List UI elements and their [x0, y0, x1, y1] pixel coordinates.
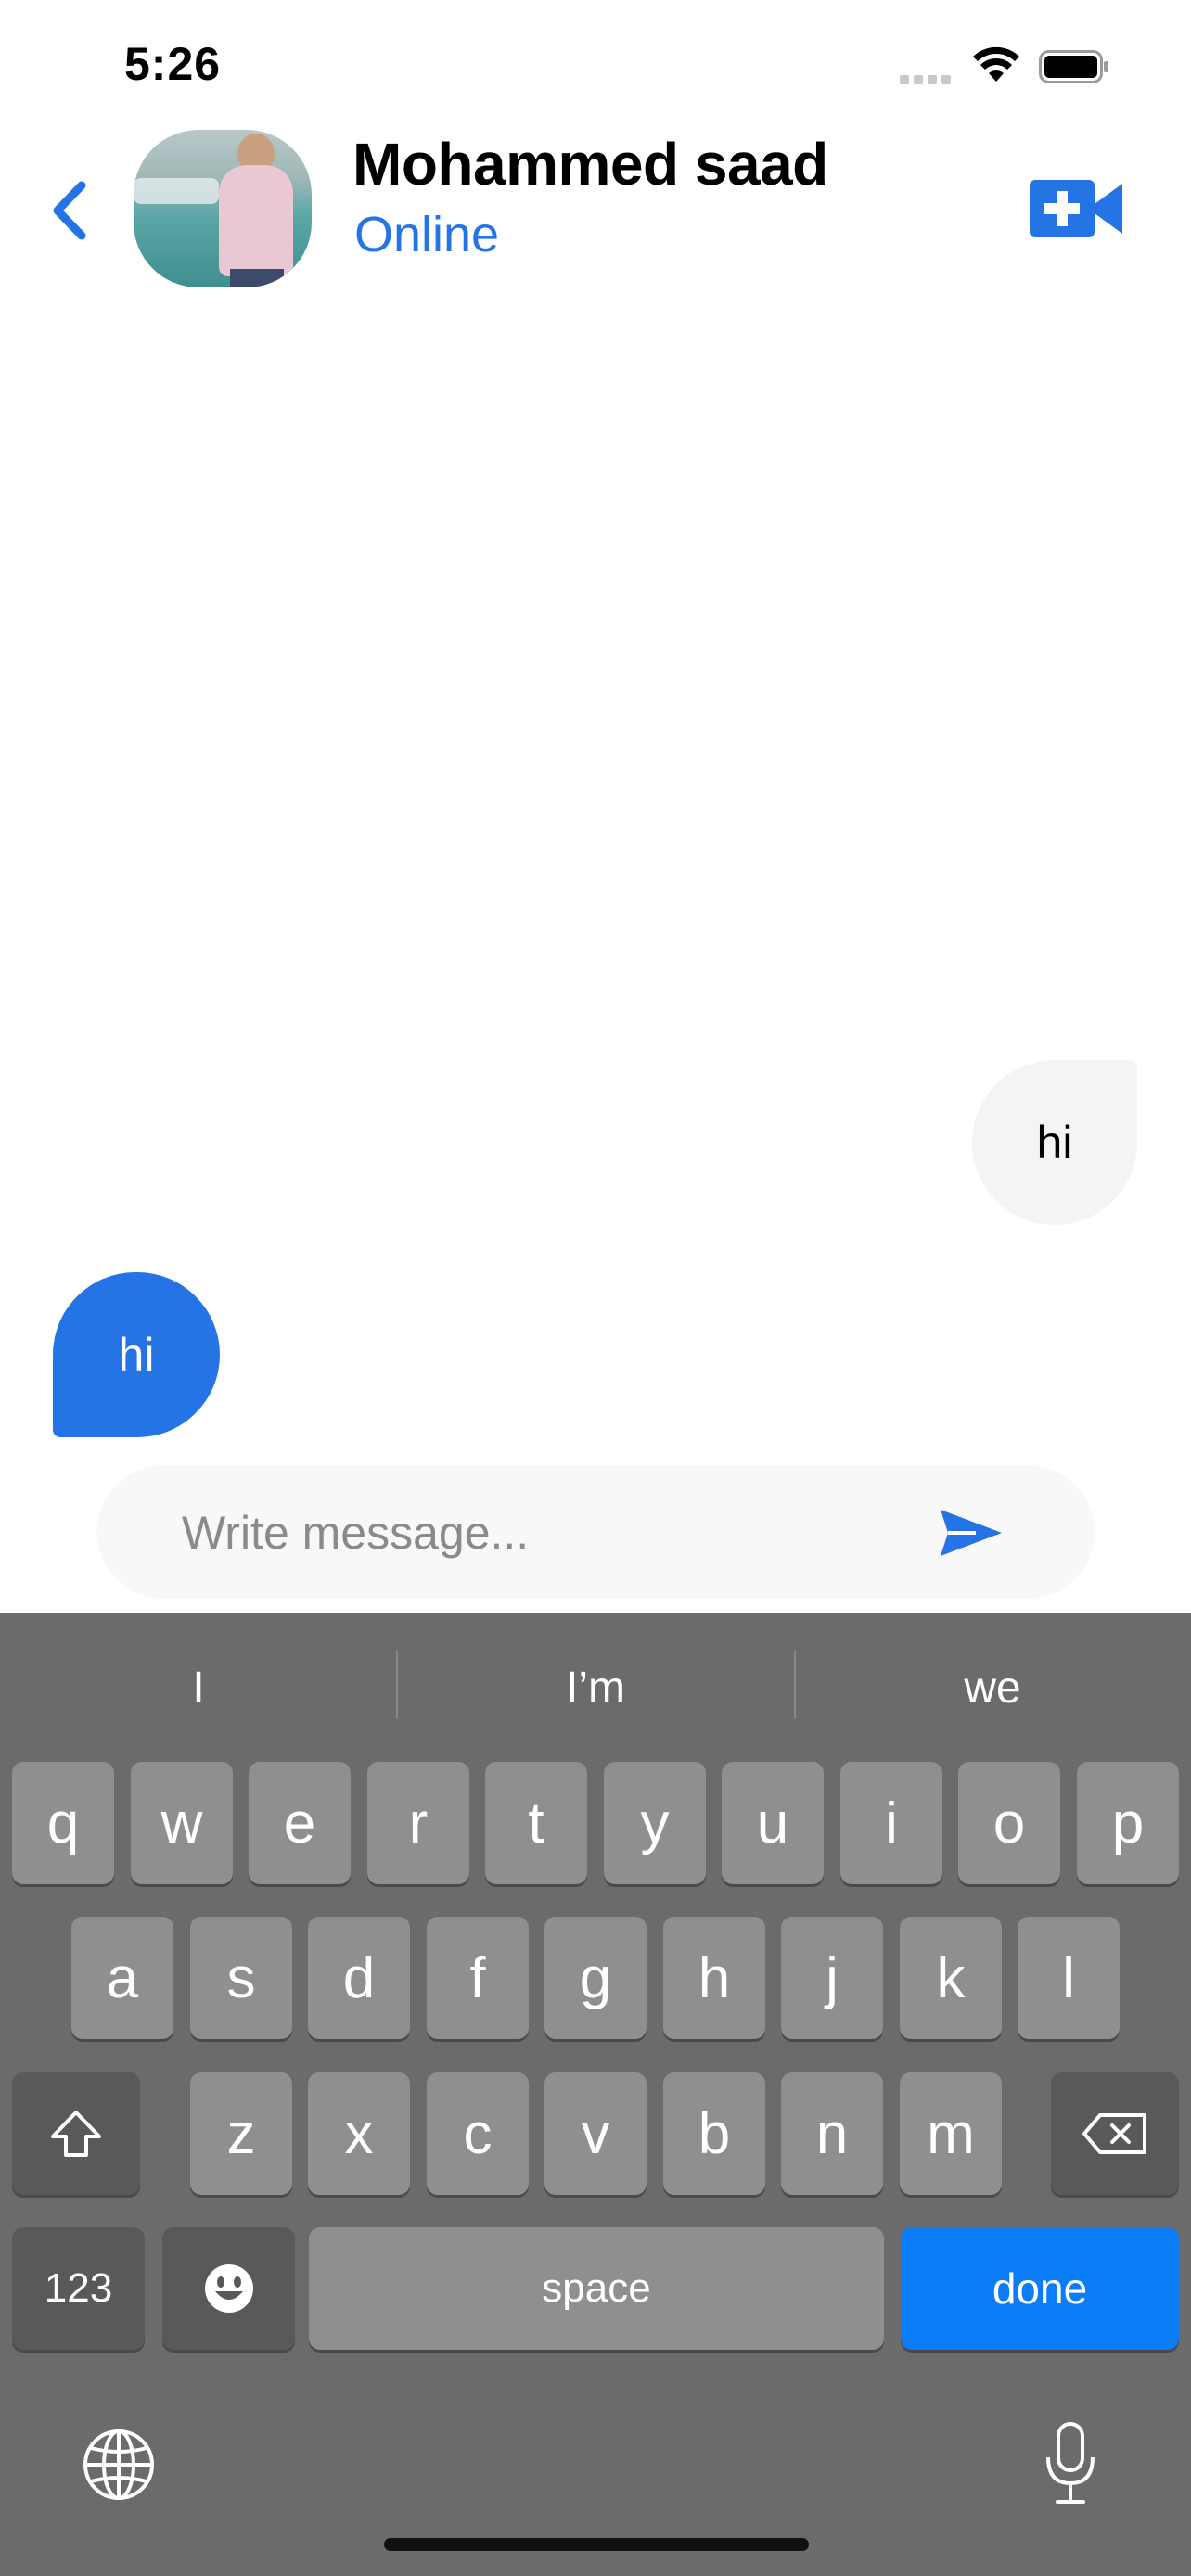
key-z[interactable]: z: [190, 2072, 292, 2195]
backspace-key[interactable]: [1051, 2072, 1179, 2195]
battery-icon: [1039, 50, 1108, 83]
suggestion-1[interactable]: I: [0, 1651, 397, 1725]
key-u[interactable]: u: [722, 1762, 824, 1884]
avatar[interactable]: [134, 130, 312, 287]
emoji-icon: [204, 2264, 253, 2313]
suggestion-2[interactable]: I’m: [397, 1651, 794, 1725]
key-d[interactable]: d: [308, 1917, 410, 2039]
received-message-bubble[interactable]: hi: [972, 1060, 1137, 1225]
key-m[interactable]: m: [900, 2072, 1002, 2195]
space-key[interactable]: space: [309, 2227, 884, 2350]
key-f[interactable]: f: [427, 1917, 529, 2039]
key-x[interactable]: x: [308, 2072, 410, 2195]
key-k[interactable]: k: [900, 1917, 1002, 2039]
shift-icon: [51, 2111, 101, 2157]
key-y[interactable]: y: [604, 1762, 706, 1884]
key-n[interactable]: n: [781, 2072, 883, 2195]
key-a[interactable]: a: [71, 1917, 173, 2039]
signal-icon: [900, 72, 957, 84]
key-t[interactable]: t: [485, 1762, 587, 1884]
key-o[interactable]: o: [958, 1762, 1060, 1884]
key-v[interactable]: v: [544, 2072, 647, 2195]
message-input[interactable]: [180, 1493, 926, 1573]
key-h[interactable]: h: [663, 1917, 765, 2039]
key-r[interactable]: r: [367, 1762, 469, 1884]
video-call-icon[interactable]: [1028, 176, 1124, 241]
microphone-icon[interactable]: [1043, 2422, 1098, 2506]
globe-icon[interactable]: [82, 2428, 156, 2502]
status-time: 5:26: [124, 38, 222, 90]
key-l[interactable]: l: [1018, 1917, 1120, 2039]
key-w[interactable]: w: [131, 1762, 233, 1884]
key-c[interactable]: c: [427, 2072, 529, 2195]
key-q[interactable]: q: [12, 1762, 114, 1884]
key-j[interactable]: j: [781, 1917, 883, 2039]
back-chevron-icon[interactable]: [48, 178, 91, 243]
suggestion-3[interactable]: we: [794, 1651, 1191, 1725]
shift-key[interactable]: [12, 2072, 140, 2195]
key-p[interactable]: p: [1077, 1762, 1179, 1884]
backspace-icon: [1082, 2113, 1146, 2154]
contact-status: Online: [354, 207, 500, 262]
key-i[interactable]: i: [840, 1762, 942, 1884]
key-e[interactable]: e: [249, 1762, 351, 1884]
key-s[interactable]: s: [190, 1917, 292, 2039]
sent-message-bubble[interactable]: hi: [53, 1272, 220, 1437]
send-icon[interactable]: [939, 1506, 1004, 1560]
contact-name: Mohammed saad: [352, 131, 828, 198]
done-key[interactable]: done: [901, 2227, 1179, 2350]
emoji-key[interactable]: [162, 2227, 295, 2350]
key-g[interactable]: g: [544, 1917, 647, 2039]
key-b[interactable]: b: [663, 2072, 765, 2195]
numbers-key[interactable]: 123: [12, 2227, 145, 2350]
home-indicator: [384, 2538, 809, 2551]
wifi-icon: [973, 46, 1019, 82]
